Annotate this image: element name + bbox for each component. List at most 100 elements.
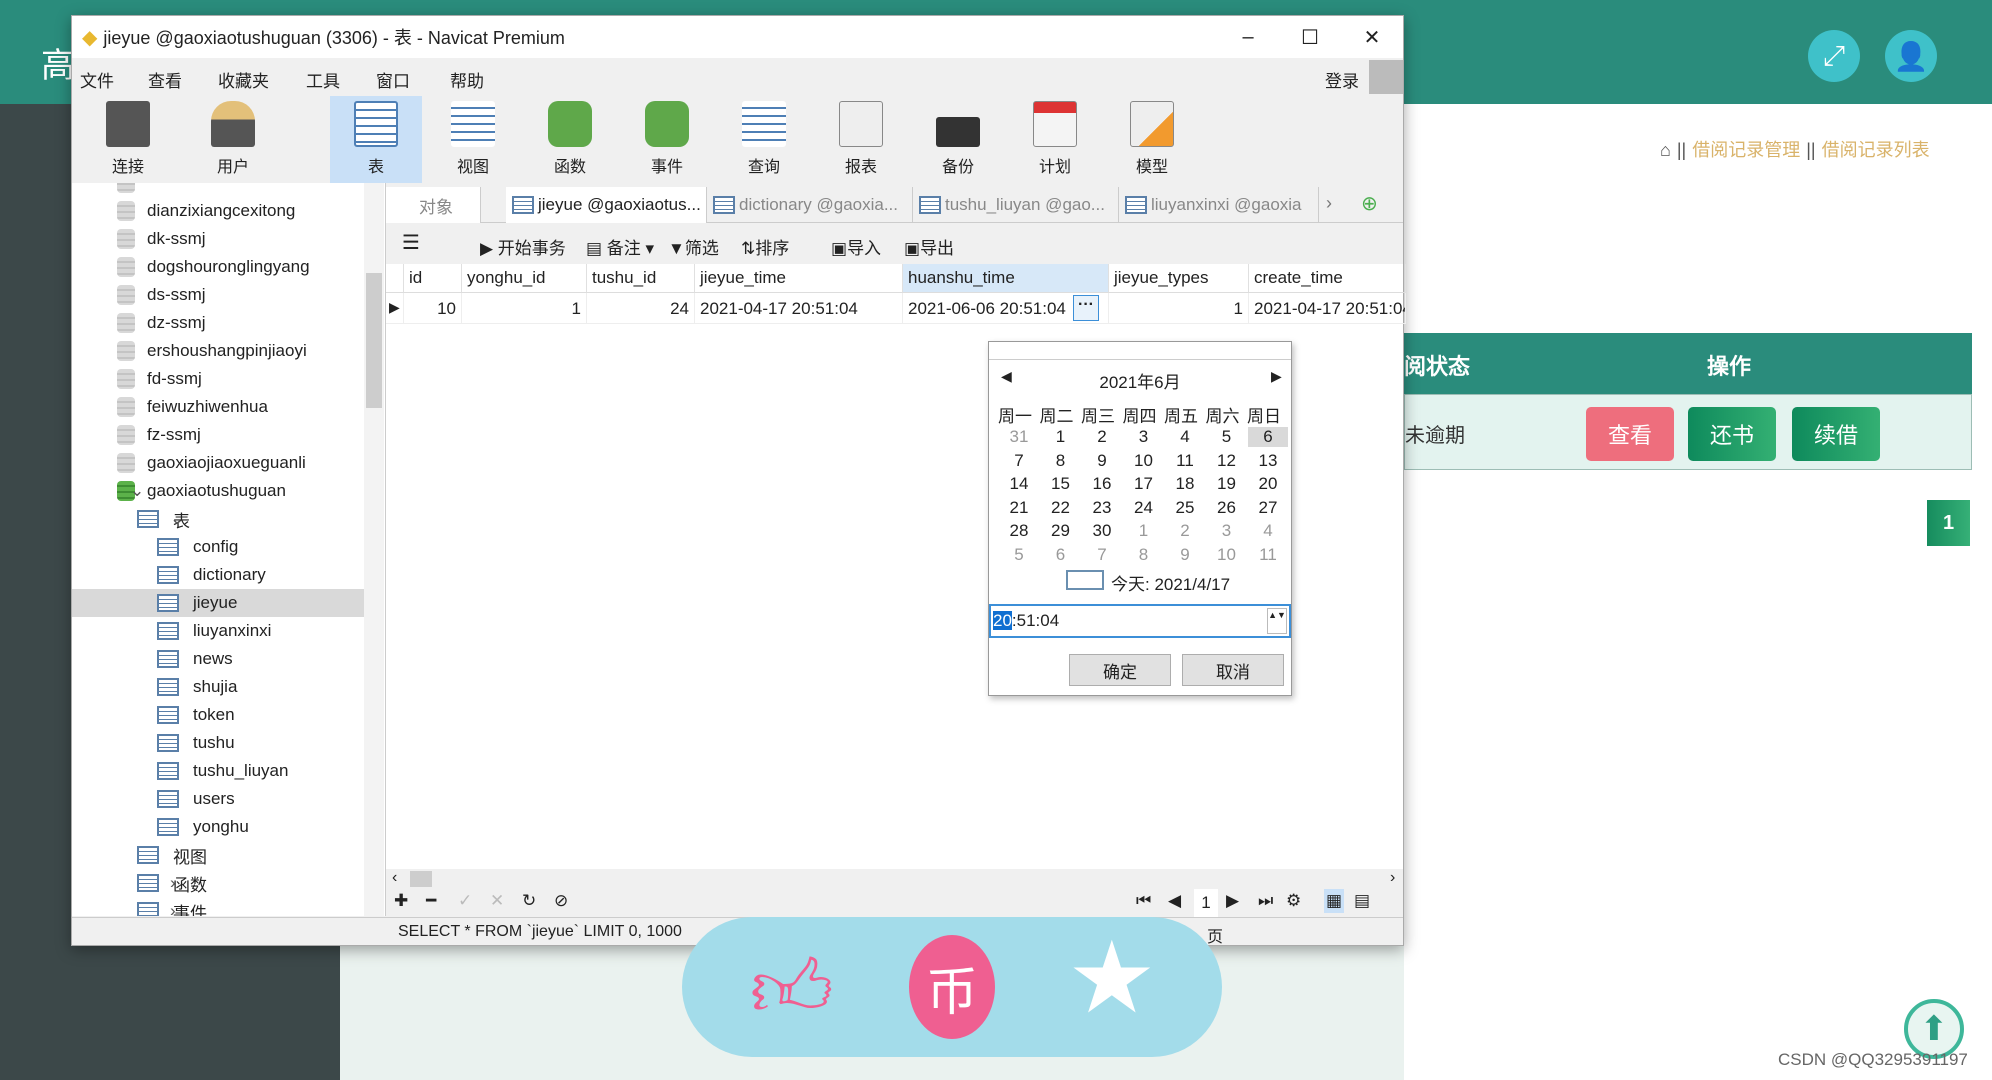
tree-db[interactable]: fz-ssmj — [117, 421, 201, 449]
calendar-day[interactable]: 10 — [1124, 451, 1164, 471]
calendar-day[interactable]: 15 — [1041, 474, 1081, 494]
tree-table[interactable]: tushu_liuyan — [157, 757, 288, 785]
expand-icon[interactable]: › — [170, 873, 176, 893]
view-button[interactable]: 查看 — [1586, 407, 1674, 461]
calendar-day[interactable]: 3 — [1124, 427, 1164, 447]
first-page-icon[interactable]: ⏮ — [1136, 891, 1151, 911]
column-header-create_time[interactable]: create_time — [1249, 264, 1406, 293]
renew-button[interactable]: 续借 — [1792, 407, 1880, 461]
calendar-day[interactable]: 25 — [1165, 498, 1205, 518]
tree-db-open[interactable]: ⌄ gaoxiaotushuguan — [117, 477, 286, 505]
calendar-day[interactable]: 5 — [1207, 427, 1247, 447]
calendar-day[interactable]: 24 — [1124, 498, 1164, 518]
close-button[interactable]: ✕ — [1341, 16, 1403, 58]
calendar-day[interactable]: 4 — [1165, 427, 1205, 447]
memo-button[interactable]: ▤ 备注 ▾ — [586, 234, 654, 259]
menu-favorites[interactable]: 收藏夹 — [218, 67, 269, 92]
calendar-day[interactable]: 31 — [999, 427, 1039, 447]
menu-window[interactable]: 窗口 — [376, 67, 410, 92]
prev-page-icon[interactable]: ◀ — [1168, 891, 1181, 911]
function-button[interactable]: 函数 — [524, 96, 616, 183]
refresh-icon[interactable]: ↻ — [522, 891, 536, 911]
menu-icon[interactable]: ☰ — [402, 230, 420, 255]
calendar-day[interactable]: 14 — [999, 474, 1039, 494]
add-record-icon[interactable]: ✚ — [394, 891, 408, 911]
table-button[interactable]: 表 — [330, 96, 422, 183]
calendar-day[interactable]: 2 — [1082, 427, 1122, 447]
calendar-day[interactable]: 7 — [999, 451, 1039, 471]
ellipsis-button[interactable]: ··· — [1073, 295, 1099, 321]
calendar-day[interactable]: 6 — [1041, 545, 1081, 565]
cell-create_time[interactable]: 2021-04-17 20:51:04 — [1249, 293, 1406, 324]
calendar-day[interactable]: 5 — [999, 545, 1039, 565]
today-button[interactable]: 今天: 2021/4/17 — [1111, 570, 1230, 595]
calendar-day[interactable]: 1 — [1124, 521, 1164, 541]
calendar-day[interactable]: 9 — [1165, 545, 1205, 565]
tree-functions-node[interactable]: › 函数 — [137, 869, 207, 897]
tree-db-partial[interactable] — [117, 183, 147, 197]
settings-icon[interactable]: ⚙ — [1286, 891, 1301, 911]
maximize-button[interactable]: ☐ — [1279, 16, 1341, 58]
user-icon[interactable]: 👤 — [1885, 30, 1937, 82]
expand-icon[interactable]: › — [170, 901, 176, 916]
column-header-jieyue_types[interactable]: jieyue_types — [1109, 264, 1249, 293]
tree-db[interactable]: ershoushangpinjiaoyi — [117, 337, 307, 365]
time-input[interactable]: 20:51:04 ▲▼ — [989, 604, 1291, 638]
cancel-button[interactable]: 取消 — [1182, 654, 1284, 686]
tree-scrollbar[interactable] — [364, 183, 384, 916]
report-button[interactable]: 报表 — [815, 96, 907, 183]
tree-table[interactable]: users — [157, 785, 235, 813]
cell-id[interactable]: 10 — [404, 293, 462, 324]
row-selector-icon[interactable]: ▶ — [386, 293, 404, 324]
star-icon[interactable]: ★ — [1067, 923, 1157, 1033]
event-button[interactable]: 事件 — [621, 96, 713, 183]
tree-db[interactable]: feiwuzhiwenhua — [117, 393, 268, 421]
calendar-day[interactable]: 23 — [1082, 498, 1122, 518]
breadcrumb-item[interactable]: 借阅记录管理 — [1692, 140, 1800, 160]
time-spinner[interactable]: ▲▼ — [1267, 608, 1287, 634]
calendar-day[interactable]: 9 — [1082, 451, 1122, 471]
calendar-day[interactable]: 4 — [1248, 521, 1288, 541]
avatar[interactable] — [1369, 60, 1403, 94]
calendar-day[interactable]: 21 — [999, 498, 1039, 518]
minimize-button[interactable]: – — [1217, 16, 1279, 58]
tree-events-node[interactable]: › 事件 — [137, 897, 207, 916]
last-page-icon[interactable]: ⏭ — [1258, 891, 1273, 911]
calendar-day[interactable]: 13 — [1248, 451, 1288, 471]
grid-view-icon[interactable]: ▦ — [1324, 889, 1345, 913]
calendar-day[interactable]: 19 — [1207, 474, 1247, 494]
model-button[interactable]: 模型 — [1106, 96, 1198, 183]
cell-yonghu_id[interactable]: 1 — [462, 293, 587, 324]
page-button[interactable]: 1 — [1927, 500, 1970, 546]
column-header-id[interactable]: id — [404, 264, 462, 293]
tree-table[interactable]: liuyanxinxi — [157, 617, 271, 645]
horizontal-scrollbar[interactable]: ‹ › — [386, 869, 1403, 889]
column-header-jieyue_time[interactable]: jieyue_time — [695, 264, 903, 293]
tab-liuyanxinxi[interactable]: liuyanxinxi @gaoxia — [1119, 187, 1319, 223]
calendar-day[interactable]: 26 — [1207, 498, 1247, 518]
calendar-day[interactable]: 20 — [1248, 474, 1288, 494]
tree-db[interactable]: gaoxiaojiaoxueguanli — [117, 449, 306, 477]
tree-table[interactable]: shujia — [157, 673, 237, 701]
begin-transaction-button[interactable]: ▶ 开始事务 — [480, 234, 566, 259]
connect-button[interactable]: 连接 — [82, 96, 174, 183]
calendar-day[interactable]: 18 — [1165, 474, 1205, 494]
home-icon[interactable]: ⌂ — [1660, 140, 1671, 160]
calendar-day[interactable]: 8 — [1124, 545, 1164, 565]
expand-icon[interactable]: ⌄ — [170, 509, 184, 529]
tree-tables-node[interactable]: ⌄ 表 — [137, 505, 190, 533]
column-header-tushu_id[interactable]: tushu_id — [587, 264, 695, 293]
menu-view[interactable]: 查看 — [148, 67, 182, 92]
calendar-day[interactable]: 10 — [1207, 545, 1247, 565]
import-button[interactable]: ▣导入 — [831, 234, 881, 259]
tree-db[interactable]: ds-ssmj — [117, 281, 206, 309]
like-icon[interactable]: 👍︎ — [750, 939, 834, 1039]
tab-jieyue[interactable]: jieyue @gaoxiaotus... — [506, 187, 707, 223]
calendar-day[interactable]: 1 — [1041, 427, 1081, 447]
discard-icon[interactable]: ✕ — [490, 891, 504, 911]
apply-icon[interactable]: ✓ — [458, 891, 472, 911]
new-tab-icon[interactable]: ⊕ — [1361, 191, 1378, 216]
login-link[interactable]: 登录 — [1325, 67, 1359, 92]
query-button[interactable]: 查询 — [718, 96, 810, 183]
filter-button[interactable]: ▼筛选 — [668, 234, 719, 259]
